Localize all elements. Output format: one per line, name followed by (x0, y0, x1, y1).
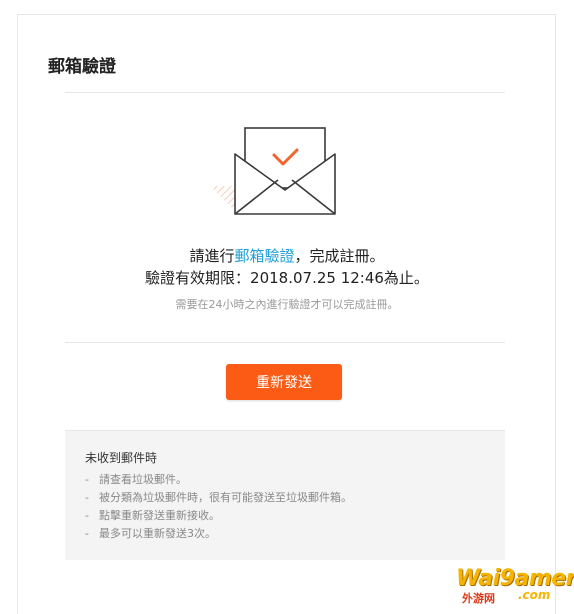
help-box: 未收到郵件時 - 請查看垃圾郵件。 - 被分類為垃圾郵件時，很有可能發送至垃圾郵件箱… (65, 430, 505, 560)
help-item-text: 最多可以重新發送3次。 (99, 527, 216, 540)
watermark-main: Wai9amer (456, 566, 574, 591)
bullet-dash: - (85, 473, 89, 486)
help-item-text: 點擊重新發送重新接收。 (99, 509, 220, 522)
help-item-text: 被分類為垃圾郵件時，很有可能發送至垃圾郵件箱。 (99, 491, 352, 504)
page-title: 郵箱驗證 (48, 57, 116, 77)
instruction-prefix: 請進行 (189, 247, 235, 265)
instruction-line: 請進行郵箱驗證，完成註冊。 (0, 246, 574, 266)
bullet-dash: - (85, 527, 89, 540)
help-item: - 點擊重新發送重新接收。 (85, 507, 352, 525)
resend-button[interactable]: 重新發送 (226, 364, 342, 400)
title-divider (65, 92, 505, 93)
email-verification-link[interactable]: 郵箱驗證 (234, 247, 294, 265)
help-item: - 被分類為垃圾郵件時，很有可能發送至垃圾郵件箱。 (85, 489, 352, 507)
help-list: - 請查看垃圾郵件。 - 被分類為垃圾郵件時，很有可能發送至垃圾郵件箱。 - 點擊重新… (85, 471, 352, 543)
instruction-suffix: ，完成註冊。 (294, 247, 385, 265)
watermark-sub: 外游网 (462, 592, 495, 605)
bullet-dash: - (85, 509, 89, 522)
site-watermark-logo: Wai9amer 外游网 .com (456, 566, 574, 606)
help-title: 未收到郵件時 (85, 451, 158, 465)
watermark-com: .com (518, 588, 551, 602)
help-item: - 請查看垃圾郵件。 (85, 471, 352, 489)
section-divider (65, 342, 505, 343)
time-limit-note: 需要在24小時之內進行驗證才可以完成註冊。 (175, 298, 399, 311)
bullet-dash: - (85, 491, 89, 504)
envelope-check-icon (210, 127, 336, 215)
expiry-line: 驗證有效期限：2018.07.25 12:46為止。 (145, 269, 429, 287)
help-item-text: 請查看垃圾郵件。 (99, 473, 187, 486)
help-item: - 最多可以重新發送3次。 (85, 525, 352, 543)
